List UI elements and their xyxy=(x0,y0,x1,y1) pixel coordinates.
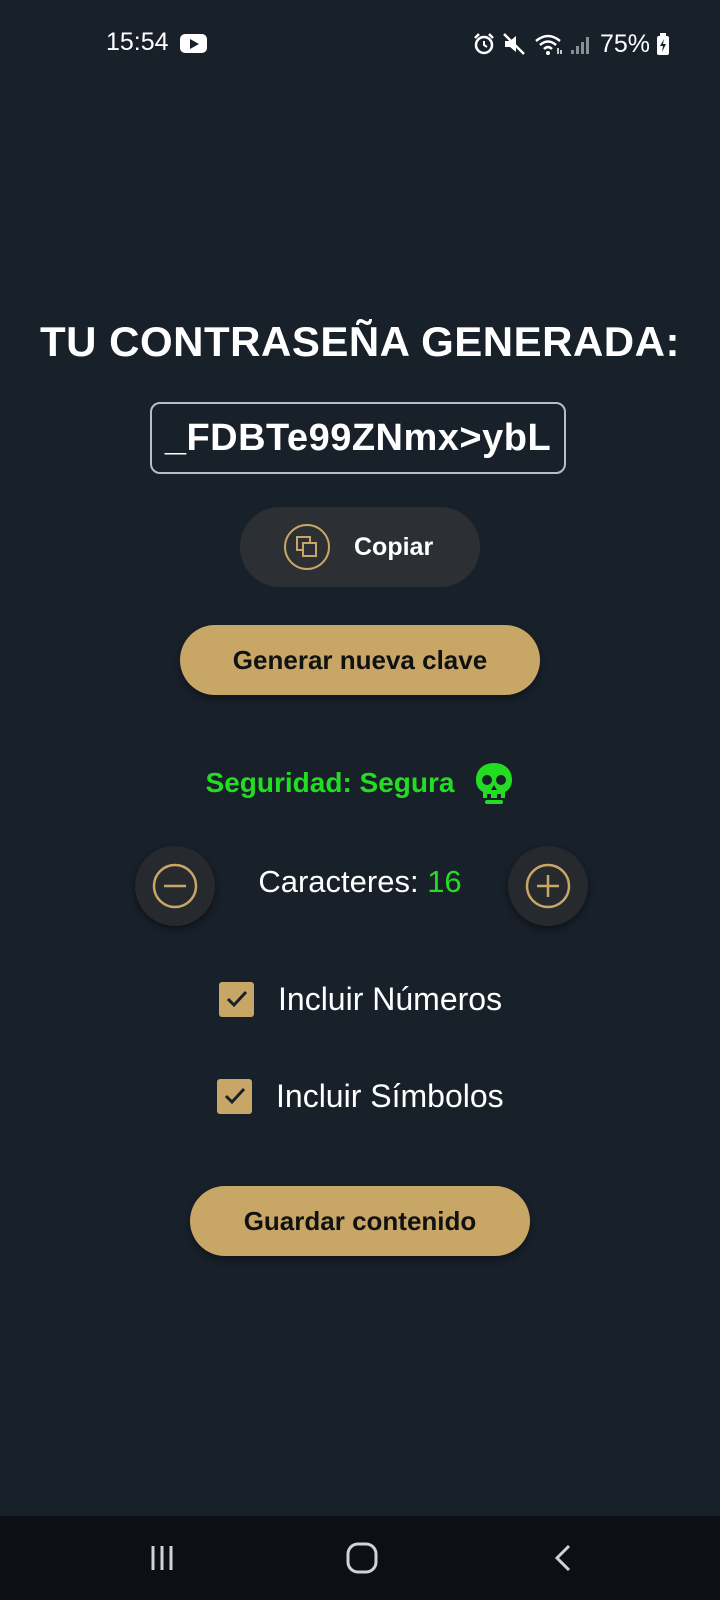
back-button[interactable] xyxy=(542,1536,586,1580)
generated-password-field[interactable]: _FDBTe99ZNmx>ybL xyxy=(150,402,566,474)
option-include-symbols[interactable]: Incluir Símbolos xyxy=(217,1076,504,1116)
check-icon xyxy=(224,1087,245,1105)
include-symbols-checkbox[interactable] xyxy=(217,1078,252,1114)
signal-icon xyxy=(570,37,589,54)
save-content-button[interactable]: Guardar contenido xyxy=(190,1186,530,1256)
length-label: Caracteres: xyxy=(258,864,419,899)
system-navigation-bar xyxy=(0,1516,720,1600)
check-icon xyxy=(226,990,247,1008)
include-numbers-checkbox[interactable] xyxy=(219,981,254,1017)
home-icon xyxy=(346,1542,378,1574)
skull-icon xyxy=(476,763,513,804)
home-button[interactable] xyxy=(340,1536,384,1580)
battery-charging-icon xyxy=(657,33,669,55)
status-icons: 75% xyxy=(472,28,670,60)
status-time: 15:54 xyxy=(106,28,169,56)
minus-circle-icon xyxy=(152,863,198,909)
recent-apps-button[interactable] xyxy=(140,1536,184,1580)
copy-button-label: Copiar xyxy=(354,532,434,561)
battery-percentage: 75% xyxy=(599,29,650,58)
mute-icon xyxy=(503,33,525,55)
increase-length-button[interactable] xyxy=(508,846,588,926)
wifi-icon xyxy=(535,34,562,55)
status-bar: 15:54 75% xyxy=(0,0,720,88)
include-symbols-label: Incluir Símbolos xyxy=(276,1077,504,1114)
security-text: Seguridad: Segura xyxy=(205,767,455,798)
decrease-length-button[interactable] xyxy=(135,846,215,926)
copy-button[interactable]: Copiar xyxy=(240,507,480,587)
length-display: Caracteres: 16 xyxy=(220,864,500,900)
length-value: 16 xyxy=(427,864,462,899)
include-numbers-label: Incluir Números xyxy=(278,980,503,1017)
alarm-icon xyxy=(474,33,494,55)
option-include-numbers[interactable]: Incluir Números xyxy=(219,979,502,1019)
page-title: TU CONTRASEÑA GENERADA: xyxy=(40,318,680,365)
copy-icon xyxy=(284,524,330,570)
security-indicator: Seguridad: Segura xyxy=(0,758,720,808)
plus-circle-icon xyxy=(525,863,571,909)
recent-apps-icon xyxy=(151,1546,173,1570)
back-icon xyxy=(554,1544,571,1572)
youtube-icon xyxy=(180,34,207,53)
generate-password-button[interactable]: Generar nueva clave xyxy=(180,625,540,695)
